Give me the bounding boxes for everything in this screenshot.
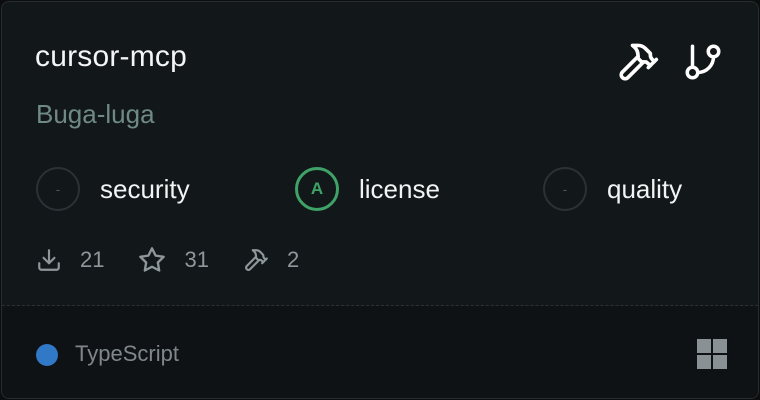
downloads-count: 21 [80, 247, 105, 272]
repo-author[interactable]: Buga-luga [36, 99, 155, 130]
hammer-icon [616, 40, 660, 84]
card-footer: TypeScript [2, 306, 758, 398]
license-grade-badge: A [295, 167, 339, 211]
license-label: license [359, 173, 440, 204]
download-icon [36, 247, 62, 273]
header-icons [616, 40, 724, 84]
quality-label: quality [607, 173, 683, 204]
quality-grade-badge: - [543, 167, 587, 211]
security-label: security [100, 173, 190, 204]
stars-count: 31 [184, 247, 209, 272]
star-icon [138, 246, 166, 274]
score-license[interactable]: A license [295, 165, 440, 213]
score-security[interactable]: - security [36, 165, 190, 213]
card-header: cursor-mcp Buga-luga - security A licens… [2, 2, 758, 305]
downloads-stat: 21 [36, 247, 104, 273]
stats-row: 21 31 2 [36, 245, 333, 275]
score-quality[interactable]: - quality [543, 165, 682, 213]
language-color-dot [36, 344, 58, 366]
tools-stat: 2 [243, 247, 299, 273]
hammer-small-icon [243, 247, 269, 273]
server-card[interactable]: cursor-mcp Buga-luga - security A licens… [1, 1, 759, 399]
stars-stat: 31 [138, 246, 209, 274]
git-branch-icon [682, 40, 724, 84]
tools-count: 2 [286, 247, 300, 272]
windows-icon [697, 339, 727, 374]
security-grade-badge: - [36, 167, 80, 211]
language-label: TypeScript [75, 341, 179, 366]
repo-title[interactable]: cursor-mcp [35, 40, 187, 74]
